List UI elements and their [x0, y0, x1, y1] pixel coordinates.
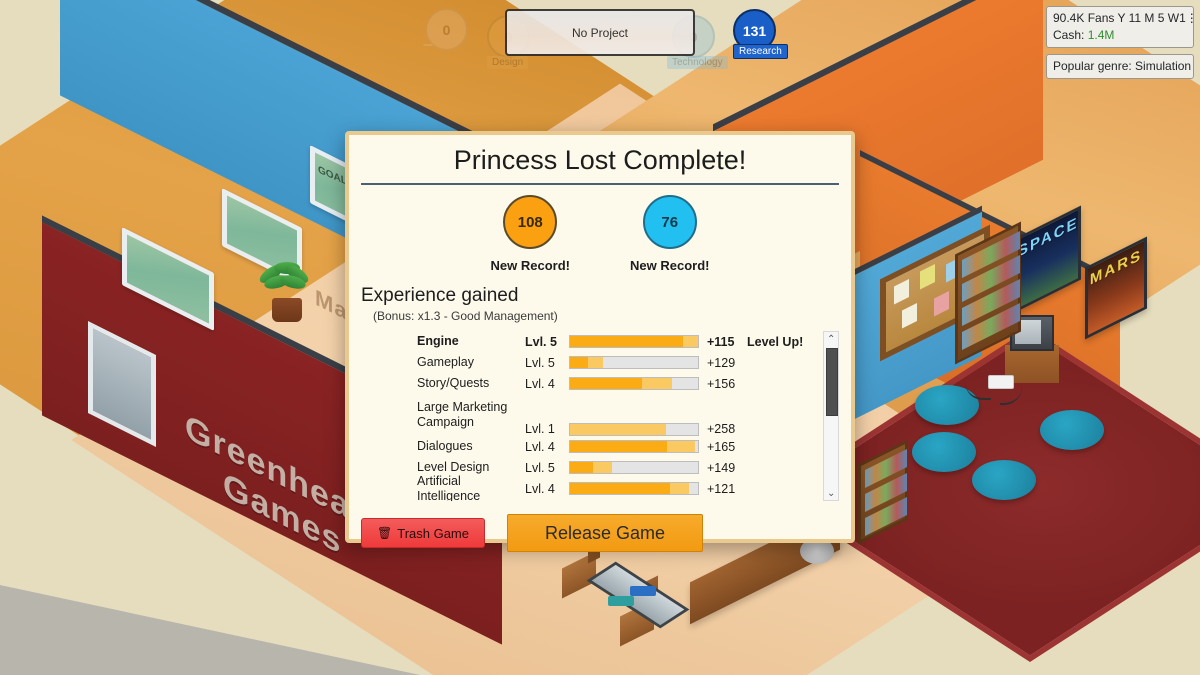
experience-row-extra: Level Up!: [747, 334, 804, 349]
trash-icon: 🗑: [377, 526, 393, 540]
experience-row: Artificial Intelligence Lvl. 4 +121: [417, 474, 819, 502]
experience-row-name: Large Marketing Campaign: [417, 400, 508, 429]
title-separator: [361, 183, 839, 185]
experience-row-bar: [569, 440, 699, 453]
experience-row-level: Lvl. 4: [525, 376, 555, 391]
experience-row-name: Dialogues: [417, 439, 473, 453]
bar-fill-current: [570, 357, 588, 368]
experience-list-wrapper: Engine Lvl. 5 +115 Level Up! Gameplay Lvl. 5 +…: [361, 331, 839, 501]
release-game-button[interactable]: Release Game: [507, 514, 703, 552]
experience-row: Story/Quests Lvl. 4 +156: [417, 373, 819, 394]
bar-fill-current: [570, 378, 642, 389]
experience-row: Engine Lvl. 5 +115 Level Up!: [417, 331, 819, 352]
project-status-bar[interactable]: No Project: [505, 9, 695, 56]
beanbag-3: [972, 460, 1036, 500]
book-1: [608, 596, 634, 606]
experience-list[interactable]: Engine Lvl. 5 +115 Level Up! Gameplay Lvl. 5 +…: [361, 331, 819, 501]
experience-row-bar: [569, 482, 699, 495]
experience-row-gain: +156: [707, 376, 736, 391]
experience-row-name: Engine: [417, 334, 459, 348]
experience-row-bar: [569, 377, 699, 390]
experience-row-bar: [569, 356, 699, 369]
fans-date-line: 90.4K Fans Y 11 M 5 W1⋮: [1053, 11, 1194, 25]
experience-row-name: Gameplay: [417, 355, 474, 369]
score-label-design: New Record!: [490, 258, 570, 273]
experience-row-gain: +121: [707, 481, 736, 496]
score-tech: 76 New Record!: [630, 195, 709, 273]
trash-game-button[interactable]: 🗑 Trash Game: [361, 518, 485, 548]
popular-genre-label: Popular genre: Simulation: [1053, 59, 1192, 73]
experience-row-bar: [569, 423, 699, 436]
bar-fill-current: [570, 462, 594, 473]
score-circle-tech: 76: [642, 195, 697, 249]
hud-top-right: 90.4K Fans Y 11 M 5 W1⋮ Cash: 1.4M Popul…: [1046, 6, 1194, 85]
design-points-label: Design: [487, 56, 529, 69]
cash-label: Cash:: [1053, 28, 1085, 42]
experience-row: Dialogues Lvl. 4 +165: [417, 436, 819, 457]
experience-bonus-text: (Bonus: x1.3 - Good Management): [373, 309, 558, 323]
scrollbar-thumb[interactable]: [826, 348, 839, 416]
experience-row-gain: +129: [707, 355, 736, 370]
cash-line: Cash: 1.4M: [1053, 27, 1187, 44]
experience-row-level: Lvl. 5: [525, 334, 557, 349]
dialog-title: Princess Lost Complete!: [453, 145, 747, 175]
research-points-value: 131: [742, 22, 767, 39]
scroll-down-icon[interactable]: ⌄: [824, 486, 838, 500]
experience-row-level: Lvl. 5: [525, 460, 555, 475]
score-label-tech: New Record!: [630, 258, 710, 273]
experience-row-level: Lvl. 1: [525, 422, 555, 436]
experience-row-bar: [569, 335, 699, 348]
score-design: 108 New Record!: [491, 195, 570, 273]
score-circles: 108 New Record! 76 New Record!: [361, 195, 839, 273]
experience-row-gain: +115: [707, 334, 735, 349]
popular-genre-box[interactable]: Popular genre: Simulation: [1046, 54, 1194, 79]
dialog-actions: 🗑 Trash Game Release Game: [361, 514, 839, 552]
book-2: [630, 586, 656, 596]
cash-value: 1.4M: [1087, 28, 1115, 42]
potted-plant: [256, 261, 312, 322]
points-tag-extra: [423, 44, 433, 46]
points-bubble-extra-value: 0: [442, 21, 451, 38]
experience-row-gain: +258: [707, 422, 736, 436]
experience-heading: Experience gained: [361, 285, 519, 306]
experience-row-bar: [569, 461, 699, 474]
experience-row-gain: +165: [707, 439, 736, 454]
scroll-up-icon[interactable]: ⌃: [824, 332, 838, 346]
beanbag-2: [912, 432, 976, 472]
research-points-label: Research: [733, 44, 788, 59]
experience-row-level: Lvl. 5: [525, 355, 555, 370]
bar-fill-current: [570, 441, 668, 452]
experience-row: Large Marketing Campaign Lvl. 1 +258: [417, 394, 819, 436]
trash-game-label: Trash Game: [397, 525, 469, 541]
project-status-label: No Project: [571, 25, 629, 40]
beanbag-4: [1040, 410, 1104, 450]
experience-row-name: Story/Quests: [417, 376, 490, 390]
experience-row: Gameplay Lvl. 5 +129: [417, 352, 819, 373]
game-complete-dialog: Princess Lost Complete! 108 New Record! 76…: [345, 131, 855, 552]
technology-points-label: Technology: [667, 56, 728, 69]
stats-box[interactable]: 90.4K Fans Y 11 M 5 W1⋮ Cash: 1.4M: [1046, 6, 1194, 48]
experience-row-name: Artificial Intelligence: [417, 473, 481, 502]
score-circle-design: 108: [503, 195, 558, 249]
experience-row-gain: +149: [707, 460, 736, 475]
release-game-label: Release Game: [544, 522, 666, 543]
experience-scrollbar[interactable]: ⌃ ⌄: [823, 331, 839, 501]
experience-row-level: Lvl. 4: [525, 439, 555, 454]
bar-fill-current: [570, 483, 670, 494]
bar-fill-gained: [570, 424, 666, 435]
experience-row-level: Lvl. 4: [525, 481, 555, 496]
bar-fill-current: [570, 336, 683, 347]
